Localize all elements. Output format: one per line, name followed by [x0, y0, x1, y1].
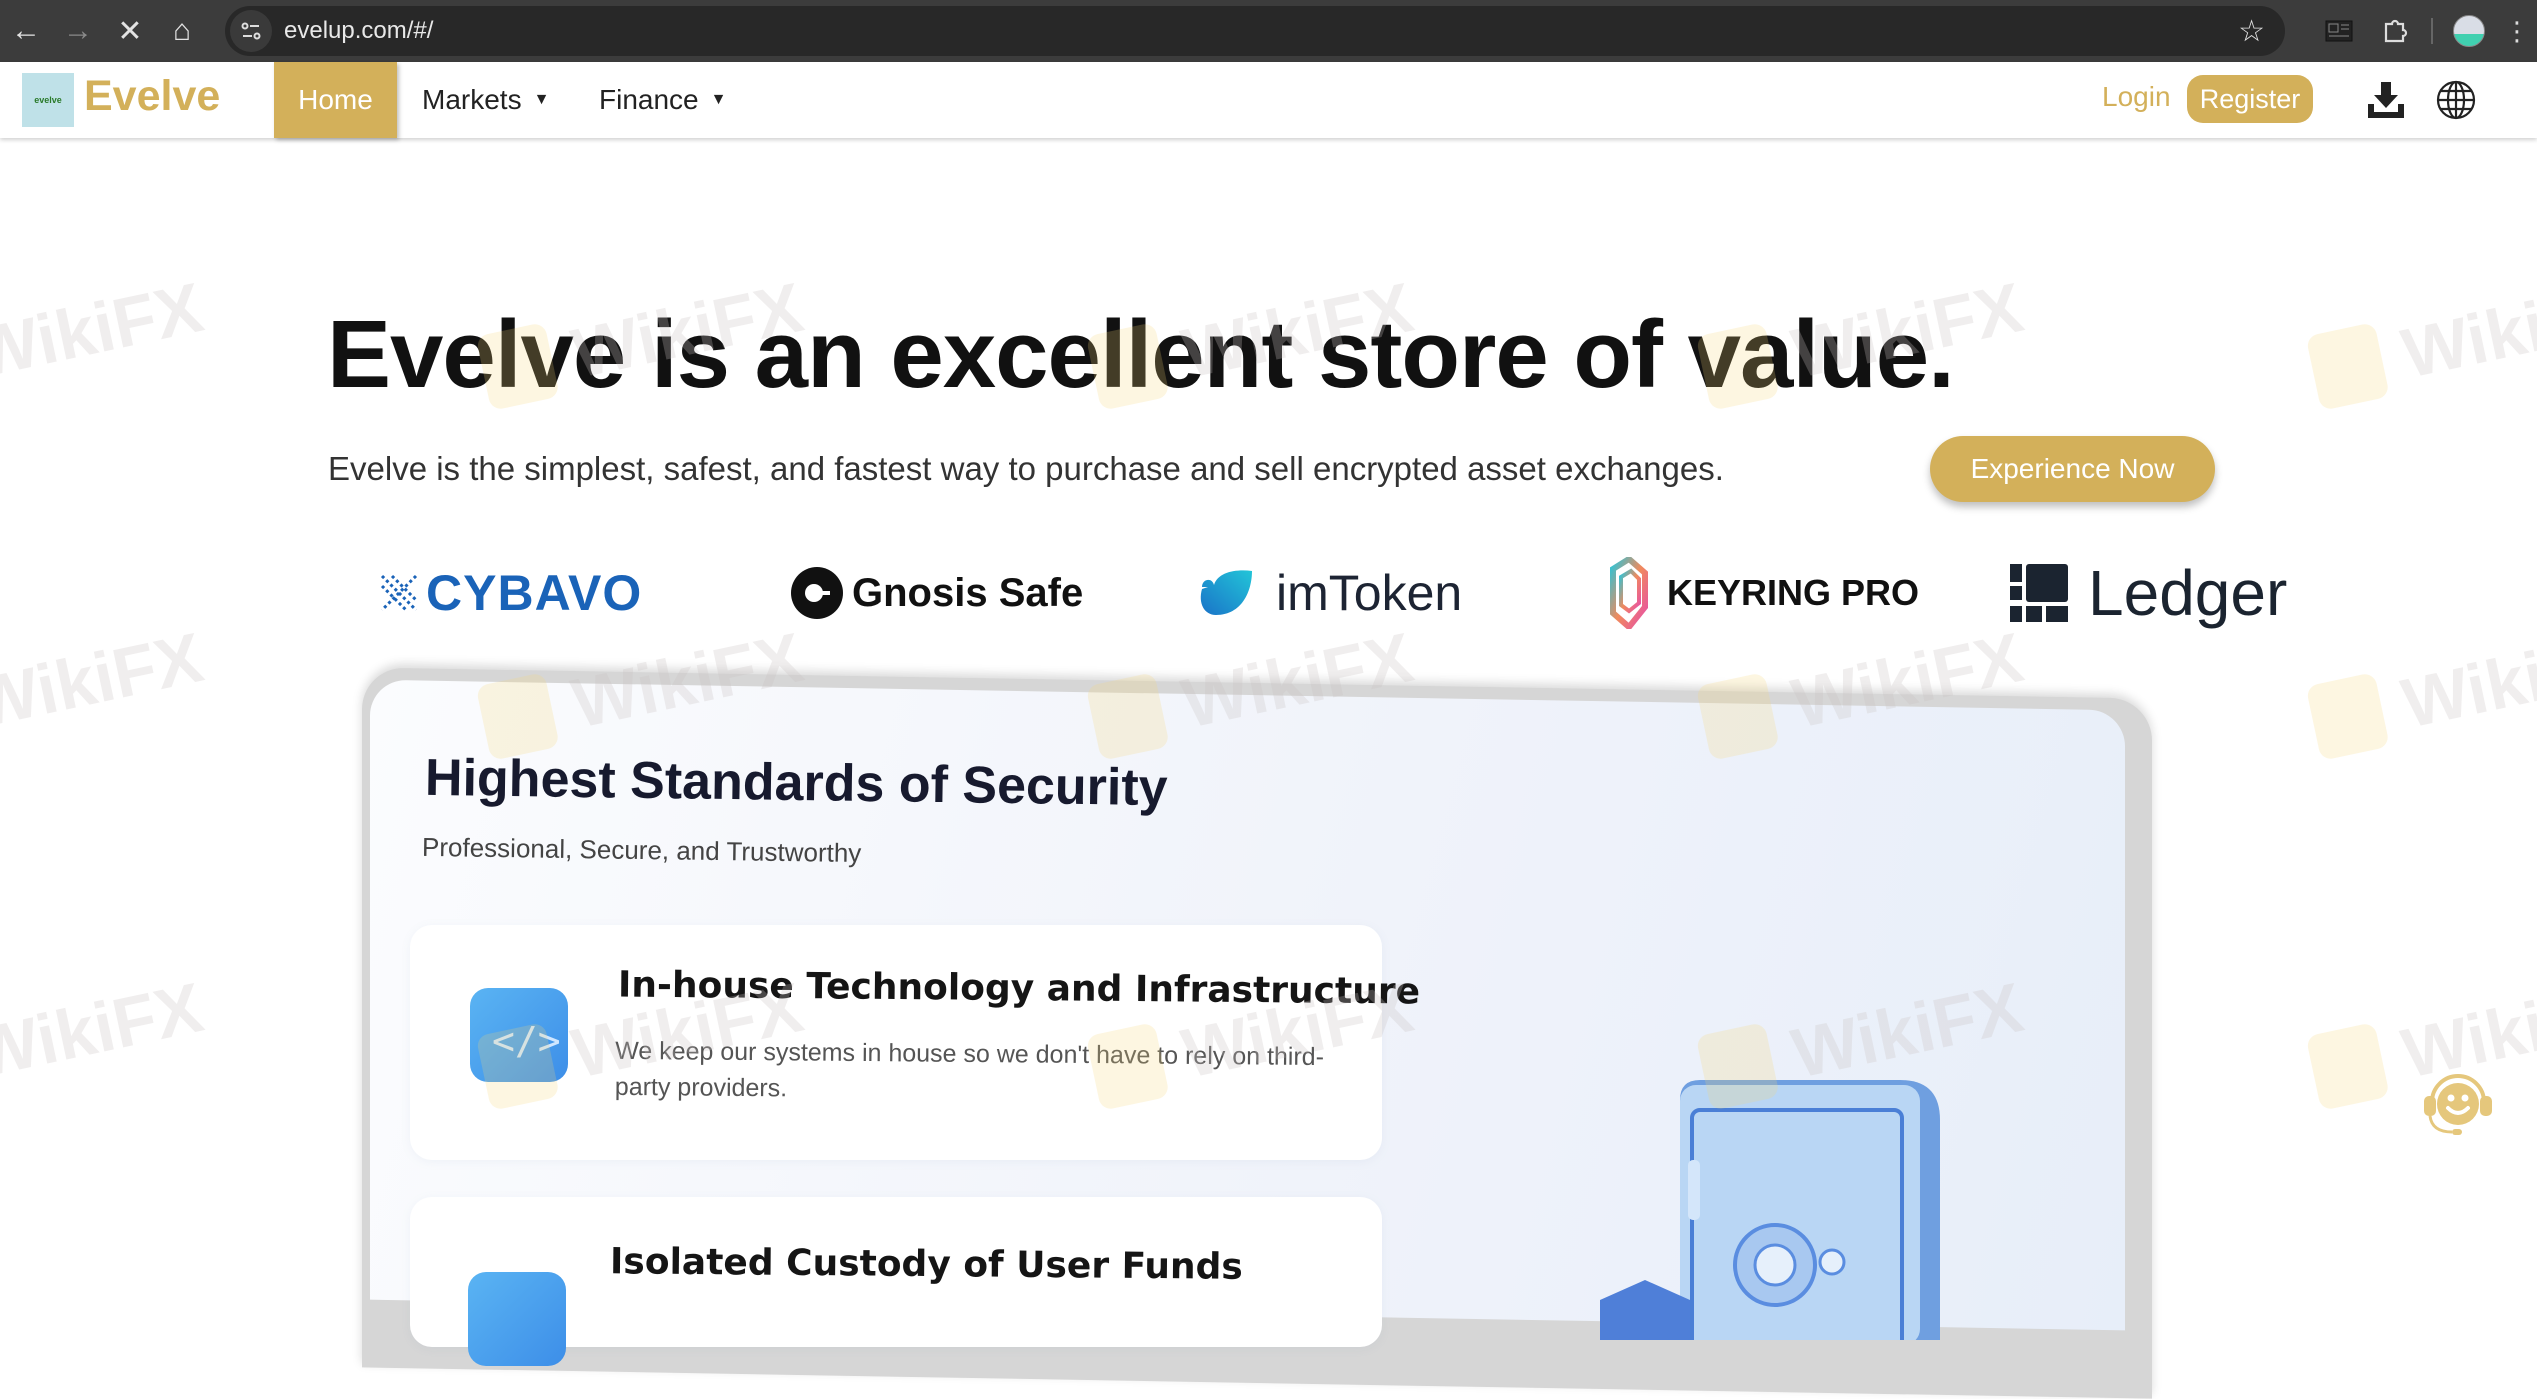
security-section-subtitle: Professional, Secure, and Trustworthy [421, 831, 862, 869]
extensions-icon[interactable] [2367, 3, 2423, 59]
site-header: evelve Evelve Home Markets ▼ Finance ▼ L… [0, 62, 2537, 138]
imtoken-mark-icon [1200, 570, 1252, 615]
profile-avatar[interactable] [2441, 3, 2497, 59]
browser-toolbar: ← → ✕ ⌂ evelup.com/#/ ☆ ⋮ [0, 0, 2537, 62]
watermark: WikiFX [0, 968, 210, 1093]
keyring-mark-icon [1610, 557, 1648, 629]
ledger-mark-icon [2010, 564, 2068, 622]
close-icon: ✕ [117, 14, 143, 48]
partner-logo-imtoken: imToken [1196, 555, 1462, 631]
hero-subtitle: Evelve is the simplest, safest, and fast… [328, 450, 1724, 487]
home-button[interactable]: ⌂ [156, 5, 208, 57]
partner-name: Ledger [2088, 557, 2288, 629]
nav-markets[interactable]: Markets ▼ [422, 62, 549, 138]
experience-now-button[interactable]: Experience Now [1930, 436, 2215, 502]
customer-support-icon[interactable] [2418, 1070, 2498, 1140]
security-section-title: Highest Standards of Security [424, 748, 1168, 818]
toolbar-divider [2431, 18, 2433, 44]
partner-logo-cybavo: CYBAVO [380, 555, 642, 631]
brand-name[interactable]: Evelve [84, 72, 220, 121]
watermark: WikiFX [0, 268, 210, 393]
svg-text:</>: </> [492, 1019, 561, 1063]
caret-down-icon: ▼ [710, 91, 727, 108]
hero-title: Evelve is an excellent store of value. [327, 301, 1955, 408]
stop-loading-button[interactable]: ✕ [104, 5, 156, 57]
nav-markets-label: Markets [422, 84, 522, 115]
register-button[interactable]: Register [2187, 75, 2313, 123]
partner-name: Gnosis Safe [852, 570, 1084, 615]
feature-description: We keep our systems in house so we don't… [614, 1036, 1325, 1103]
bookmark-star-icon[interactable]: ☆ [2238, 14, 2265, 49]
reading-mode-icon[interactable] [2311, 3, 2367, 59]
menu-dots-icon[interactable]: ⋮ [2497, 3, 2537, 59]
nav-finance[interactable]: Finance ▼ [599, 62, 726, 138]
code-house-icon: </> [470, 988, 568, 1082]
partner-name: KEYRING PRO [1667, 572, 1920, 613]
nav-finance-label: Finance [599, 84, 699, 115]
site-info-icon[interactable] [230, 10, 272, 52]
partner-logo-gnosis-safe: Gnosis Safe [790, 555, 1083, 631]
watermark: WikiFX [0, 618, 210, 743]
partner-logo-keyring-pro: KEYRING PRO [1603, 555, 1919, 631]
globe-language-icon[interactable] [2434, 78, 2478, 122]
custody-icon [468, 1272, 566, 1366]
home-icon: ⌂ [172, 14, 192, 47]
cybavo-mark-icon [380, 574, 418, 612]
nav-home[interactable]: Home [274, 62, 397, 138]
logo-mini-text: evelve [34, 95, 62, 105]
logo-image[interactable]: evelve [22, 73, 74, 127]
back-button[interactable]: ← [0, 5, 52, 57]
partner-logo-ledger: Ledger [2010, 555, 2287, 631]
feature-title: In-house Technology and Infrastructure [617, 964, 1421, 1013]
caret-down-icon: ▼ [533, 91, 550, 108]
url-text[interactable]: evelup.com/#/ [284, 17, 433, 45]
watermark: WikiFX [2305, 617, 2537, 763]
safe-illustration [1600, 1080, 1940, 1340]
address-bar[interactable]: evelup.com/#/ ☆ [225, 6, 2285, 56]
forward-button[interactable]: → [52, 5, 104, 57]
back-arrow-icon: ← [11, 14, 41, 47]
download-icon[interactable] [2364, 78, 2408, 122]
partner-name: CYBAVO [426, 565, 643, 621]
feature-title: Isolated Custody of User Funds [609, 1241, 1244, 1288]
watermark: WikiFX [2305, 267, 2537, 413]
partner-name: imToken [1276, 565, 1463, 621]
gnosis-mark-icon [791, 567, 843, 619]
login-link[interactable]: Login [2102, 81, 2171, 113]
forward-arrow-icon: → [63, 14, 93, 47]
